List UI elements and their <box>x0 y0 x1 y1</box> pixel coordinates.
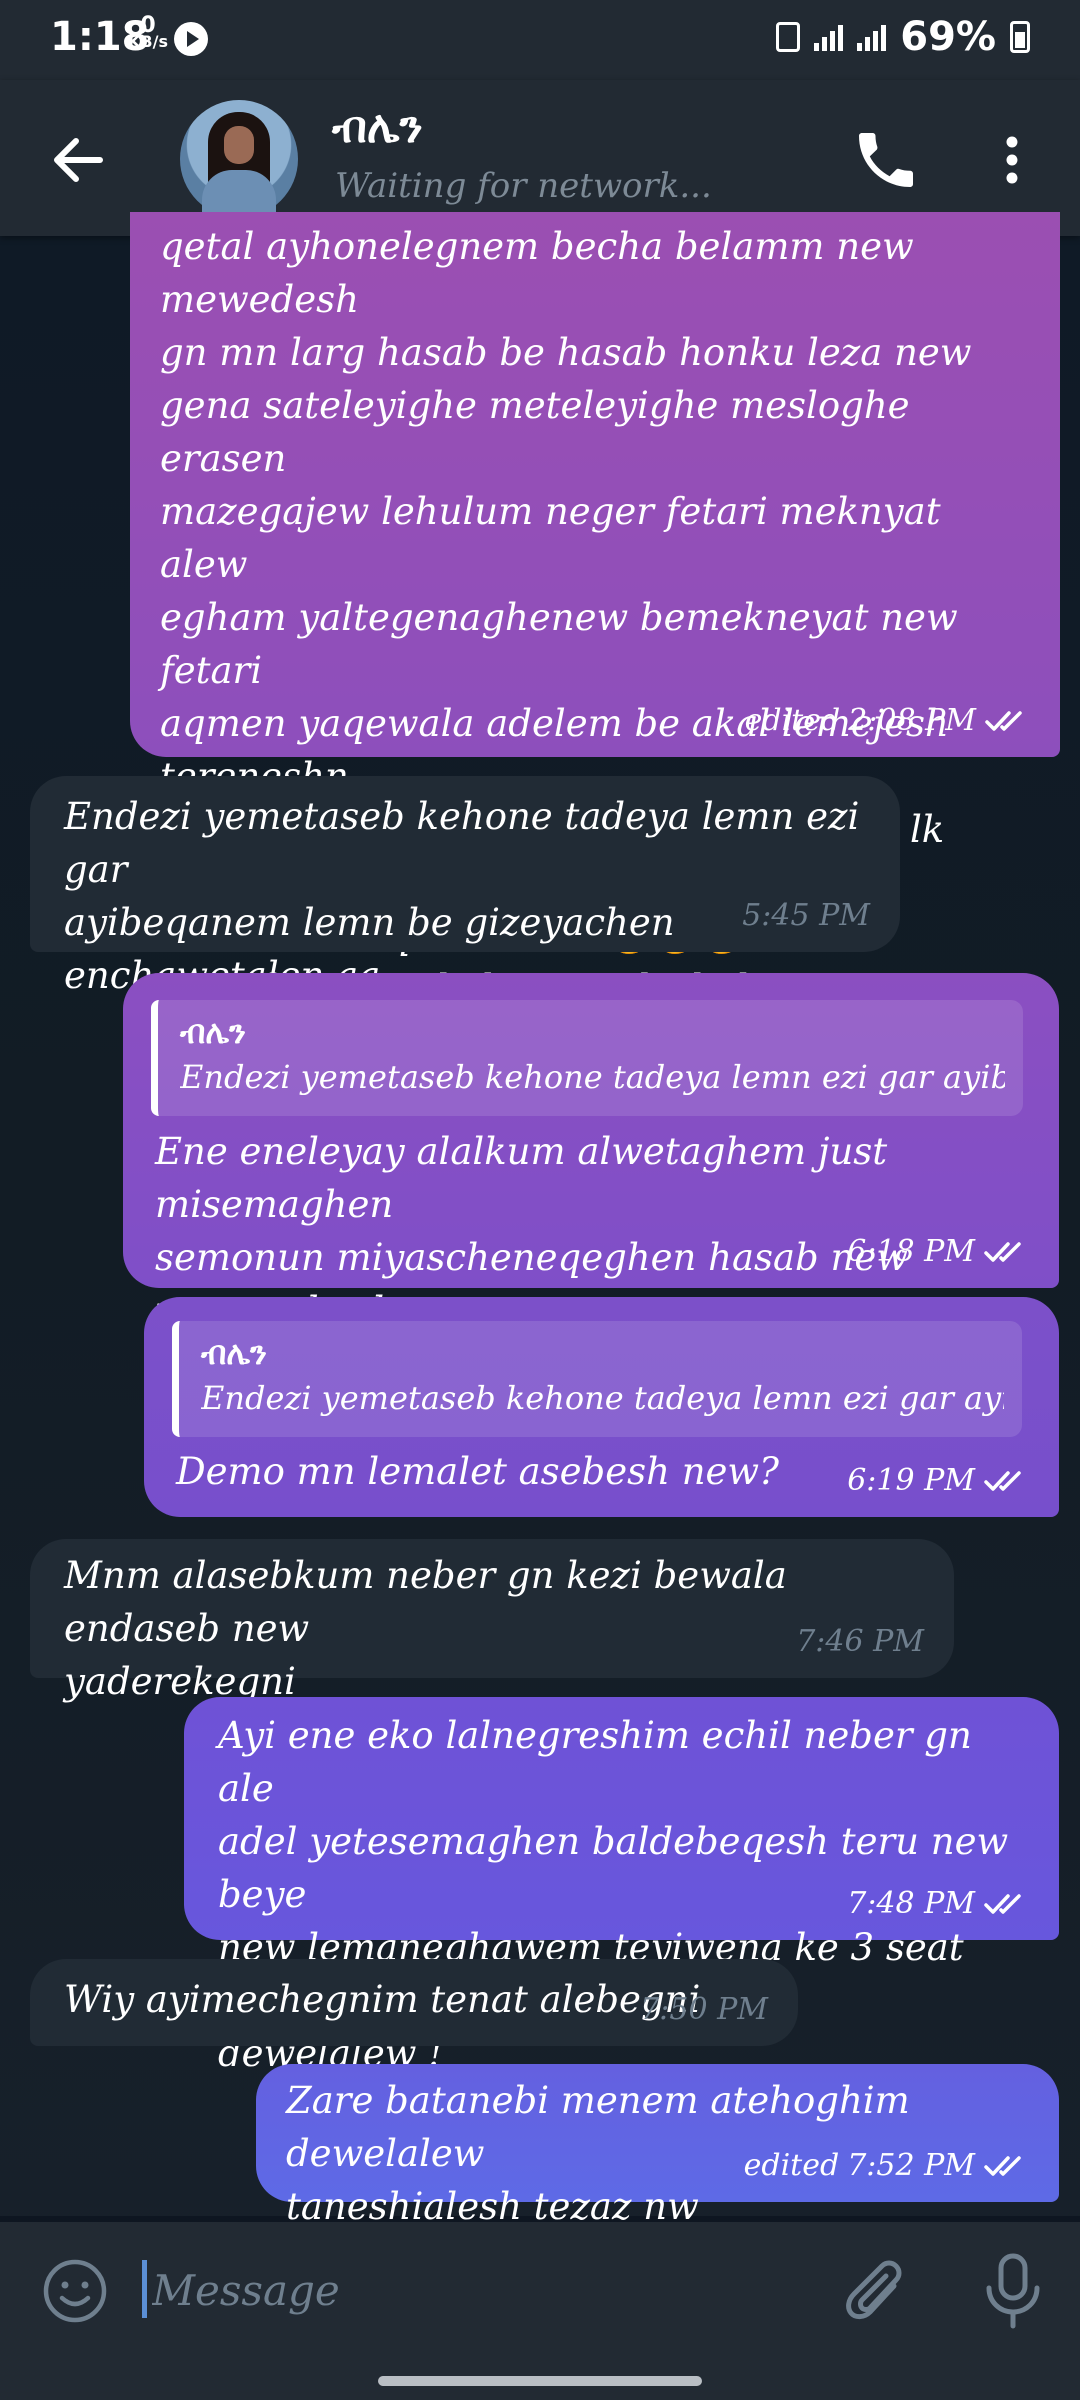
back-button[interactable] <box>42 124 114 196</box>
attach-button[interactable] <box>846 2256 910 2328</box>
message-input[interactable] <box>152 2260 792 2320</box>
message-composer <box>0 2222 1080 2358</box>
message-time: 7:50 PM <box>640 1992 768 2027</box>
home-indicator[interactable] <box>378 2376 702 2386</box>
microphone-icon <box>986 2253 1040 2329</box>
navigation-bar <box>0 2358 1080 2400</box>
reply-quote[interactable]: ብሌን Endezi yemetaseb kehone tadeya lemn … <box>172 1321 1022 1437</box>
message-meta: edited 2:08 PM <box>745 694 1030 747</box>
microphone-button[interactable] <box>980 2250 1046 2330</box>
data-saver-icon <box>776 22 801 52</box>
message-bubble-out[interactable]: Ayi ene eko lalnegreshim echil neber gn … <box>184 1697 1059 2075</box>
message-bubble-in[interactable]: Mnm alasebkum neber gn kezi bewala endas… <box>30 1539 954 1703</box>
message-meta: 7:50 PM <box>640 1983 768 2036</box>
network-speed-unit: KB/s <box>128 32 168 51</box>
message-edited-label: edited <box>743 2148 840 2183</box>
message-bubble-in[interactable]: Wiy ayimechegnim tenat alebegni 7:50 PM <box>30 1959 798 2046</box>
avatar[interactable] <box>180 100 298 218</box>
phone-icon <box>859 133 913 187</box>
message-time: 7:48 PM <box>847 1886 975 1921</box>
message-text: Demo mn lemalet asebesh new? <box>176 1450 779 1493</box>
status-right: 69% <box>776 14 1030 60</box>
reply-text: Endezi yemetaseb kehone tadeya lemn ezi … <box>201 1379 1004 1417</box>
double-check-icon <box>983 2154 1029 2178</box>
message-time: 7:46 PM <box>796 1624 924 1659</box>
contact-status: Waiting for network... <box>335 166 712 206</box>
avatar-face <box>224 126 254 164</box>
message-bubble-in[interactable]: Endezi yemetaseb kehone tadeya lemn ezi … <box>30 776 900 997</box>
reply-text: Endezi yemetaseb kehone tadeya lemn ezi … <box>180 1058 1005 1096</box>
emoji-button[interactable] <box>42 2258 108 2324</box>
message-bubble-out[interactable]: Zare batanebi menem atehoghim dewelalew … <box>256 2064 1059 2228</box>
message-time: 2:08 PM <box>848 703 976 738</box>
network-speed: 0 KB/s <box>128 15 168 51</box>
message-bubble-out[interactable]: ብሌን Endezi yemetaseb kehone tadeya lemn … <box>123 973 1059 1332</box>
more-button[interactable] <box>990 124 1034 196</box>
message-text: Mnm alasebkum neber gn kezi bewala endas… <box>64 1554 787 1703</box>
arrow-left-icon <box>54 138 103 182</box>
message-time: 5:45 PM <box>742 898 870 933</box>
message-edited-label: edited <box>744 703 841 738</box>
double-check-icon <box>984 709 1030 733</box>
avatar-body <box>202 170 276 218</box>
text-cursor <box>142 2260 147 2318</box>
reply-sender: ብሌን <box>180 1013 246 1051</box>
paperclip-icon <box>846 2260 902 2320</box>
reply-sender: ብሌን <box>201 1334 267 1372</box>
reply-quote[interactable]: ብሌን Endezi yemetaseb kehone tadeya lemn … <box>151 1000 1023 1116</box>
status-bar: 1:18 0 KB/s 69% <box>0 0 1080 80</box>
battery-icon <box>1010 21 1030 53</box>
message-time: 6:18 PM <box>847 1234 975 1269</box>
double-check-icon <box>983 1469 1029 1493</box>
battery-percent: 69% <box>900 14 996 60</box>
media-play-icon <box>174 22 208 56</box>
message-meta: edited 7:52 PM <box>744 2139 1029 2192</box>
emoji-icon <box>43 2259 107 2323</box>
double-check-icon <box>983 1240 1029 1264</box>
call-button[interactable] <box>850 124 922 196</box>
signal-icon-2 <box>857 23 887 51</box>
message-meta: 7:48 PM <box>847 1877 1029 1930</box>
more-vert-icon <box>1006 136 1018 184</box>
message-meta: 6:19 PM <box>847 1454 1029 1507</box>
message-time: 7:52 PM <box>847 2148 975 2183</box>
message-meta: 5:45 PM <box>742 889 870 942</box>
message-meta: 7:46 PM <box>796 1615 924 1668</box>
message-time: 6:19 PM <box>847 1463 975 1498</box>
message-meta: 6:18 PM <box>847 1225 1029 1278</box>
message-bubble-out[interactable]: ብሌን Endezi yemetaseb kehone tadeya lemn … <box>144 1297 1059 1517</box>
contact-name[interactable]: ብሌን <box>332 102 423 153</box>
message-bubble-out[interactable]: qetal ayhonelegnem becha belamm new mewe… <box>130 212 1060 1116</box>
signal-icon <box>814 23 844 51</box>
double-check-icon <box>983 1892 1029 1916</box>
